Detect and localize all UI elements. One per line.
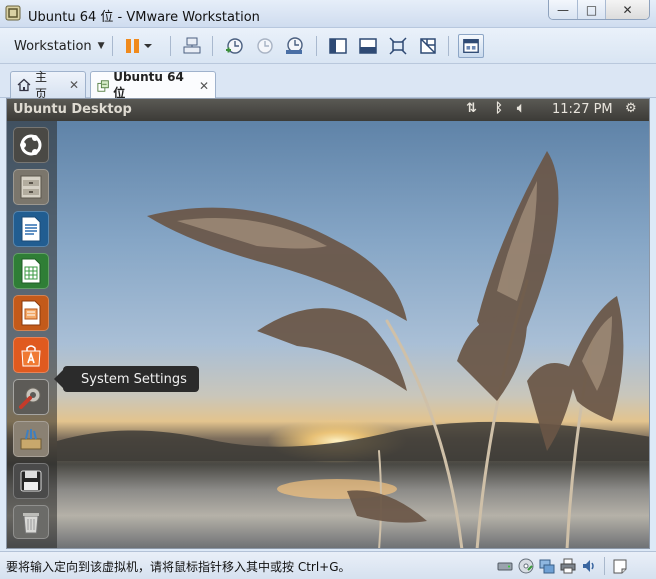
console-view-button[interactable] (356, 35, 380, 57)
status-message: 要将输入定向到该虚拟机，请将鼠标指针移入其中或按 Ctrl+G。 (6, 560, 351, 574)
launcher-tooltip: System Settings (54, 366, 199, 392)
desktop-wallpaper (7, 121, 649, 548)
close-icon[interactable]: ✕ (199, 79, 209, 93)
window-title-bar: Ubuntu 64 位 - VMware Workstation — □ ✕ (0, 0, 656, 28)
launcher-dash-home[interactable] (13, 127, 49, 163)
launcher-system-settings[interactable] (13, 379, 49, 415)
bluetooth-icon[interactable]: ᛒ (495, 101, 503, 116)
snapshot-take-icon (226, 38, 243, 54)
unity-button[interactable] (416, 35, 440, 57)
revert-snapshot-button[interactable] (252, 35, 276, 57)
toolbar-divider (316, 36, 317, 56)
home-icon (17, 78, 31, 92)
network-adapter-icon[interactable] (539, 558, 555, 574)
tab-ubuntu-vm[interactable]: Ubuntu 64 位 ✕ (90, 70, 216, 100)
launcher-removable-drive[interactable] (13, 463, 49, 499)
trash-icon (23, 513, 39, 534)
cd-dvd-icon[interactable] (518, 558, 534, 574)
vmware-app-icon (5, 5, 21, 21)
unity-icon (420, 38, 436, 54)
launcher-trash[interactable] (13, 505, 49, 539)
grass-wallpaper-art (57, 151, 649, 548)
close-button[interactable]: ✕ (605, 0, 649, 19)
window-controls: — □ ✕ (548, 0, 650, 20)
writer-document-icon (21, 216, 41, 242)
pause-icon (126, 39, 152, 53)
take-snapshot-button[interactable] (222, 35, 246, 57)
impress-presentation-icon (21, 300, 41, 326)
floppy-drive-icon (20, 470, 42, 492)
launcher-libreoffice-writer[interactable] (13, 211, 49, 247)
console-view-icon (359, 38, 377, 54)
close-icon: ✕ (622, 2, 633, 17)
tab-home-label: 主页 (34, 70, 47, 101)
workstation-menu-label: Workstation (14, 38, 92, 54)
status-divider (604, 557, 605, 575)
launcher-libreoffice-impress[interactable] (13, 295, 49, 331)
launcher-files[interactable] (13, 169, 49, 205)
printer-icon[interactable] (560, 558, 576, 574)
workstation-menu-button[interactable]: Workstation ▼ (8, 34, 111, 58)
toolbar-divider (448, 36, 449, 56)
pause-button[interactable] (120, 35, 156, 57)
volume-icon[interactable]: 🔈︎ (517, 101, 525, 116)
vm-icon (97, 79, 109, 92)
thumbnail-bar-button[interactable] (458, 34, 484, 58)
panel-title: Ubuntu Desktop (13, 102, 132, 117)
tab-strip: 主页 ✕ Ubuntu 64 位 ✕ (0, 64, 656, 101)
fullscreen-button[interactable] (386, 35, 410, 57)
message-log-icon[interactable] (612, 558, 628, 574)
wrench-gear-icon (19, 387, 41, 409)
launcher-libreoffice-calc[interactable] (13, 253, 49, 289)
toolbar-divider (212, 36, 213, 56)
status-bar: 要将输入定向到该虚拟机，请将鼠标指针移入其中或按 Ctrl+G。 (0, 551, 656, 579)
toolbar-divider (170, 36, 171, 56)
sidebar-toggle-icon (329, 38, 347, 54)
maximize-icon: □ (585, 2, 598, 17)
hard-disk-icon[interactable] (497, 558, 513, 574)
ubuntu-top-panel: Ubuntu Desktop ⇅ ᛒ 🔈︎ 11:27 PM ⚙ (7, 99, 649, 121)
window-title: Ubuntu 64 位 - VMware Workstation (28, 10, 260, 25)
network-arrows-icon[interactable]: ⇅ (466, 101, 477, 116)
close-icon[interactable]: ✕ (69, 78, 79, 92)
chevron-down-icon: ▼ (97, 41, 105, 51)
unity-launcher (7, 121, 57, 548)
launcher-ubuntu-software-center[interactable] (13, 337, 49, 373)
minimize-button[interactable]: — (549, 0, 577, 19)
send-ctrl-alt-del-icon (183, 37, 201, 54)
clock-time[interactable]: 11:27 PM (552, 102, 613, 117)
snapshot-revert-icon (257, 38, 273, 54)
vm-console[interactable]: Ubuntu Desktop ⇅ ᛒ 🔈︎ 11:27 PM ⚙ System … (6, 98, 650, 549)
power-gear-icon[interactable]: ⚙ (625, 101, 637, 116)
workspace-switcher-icon (20, 429, 42, 450)
snapshot-manager-icon (286, 37, 303, 54)
file-cabinet-icon (20, 175, 42, 199)
toolbar-divider (112, 36, 113, 56)
ubuntu-logo-icon (20, 134, 42, 156)
send-ctrl-alt-del-button[interactable] (180, 35, 204, 57)
launcher-workspace-switcher[interactable] (13, 421, 49, 457)
sound-card-icon[interactable] (581, 558, 597, 574)
maximize-button[interactable]: □ (577, 0, 605, 19)
snapshot-manager-button[interactable] (282, 35, 306, 57)
minimize-icon: — (557, 2, 569, 17)
fullscreen-icon (389, 37, 407, 55)
main-toolbar: Workstation ▼ (0, 28, 656, 64)
thumbnail-bar-icon (463, 39, 479, 53)
sidebar-toggle-button[interactable] (326, 35, 350, 57)
tab-ubuntu-vm-label: Ubuntu 64 位 (113, 70, 184, 100)
tab-home[interactable]: 主页 ✕ (10, 70, 86, 101)
calc-spreadsheet-icon (21, 258, 41, 284)
software-center-bag-icon (21, 345, 41, 367)
